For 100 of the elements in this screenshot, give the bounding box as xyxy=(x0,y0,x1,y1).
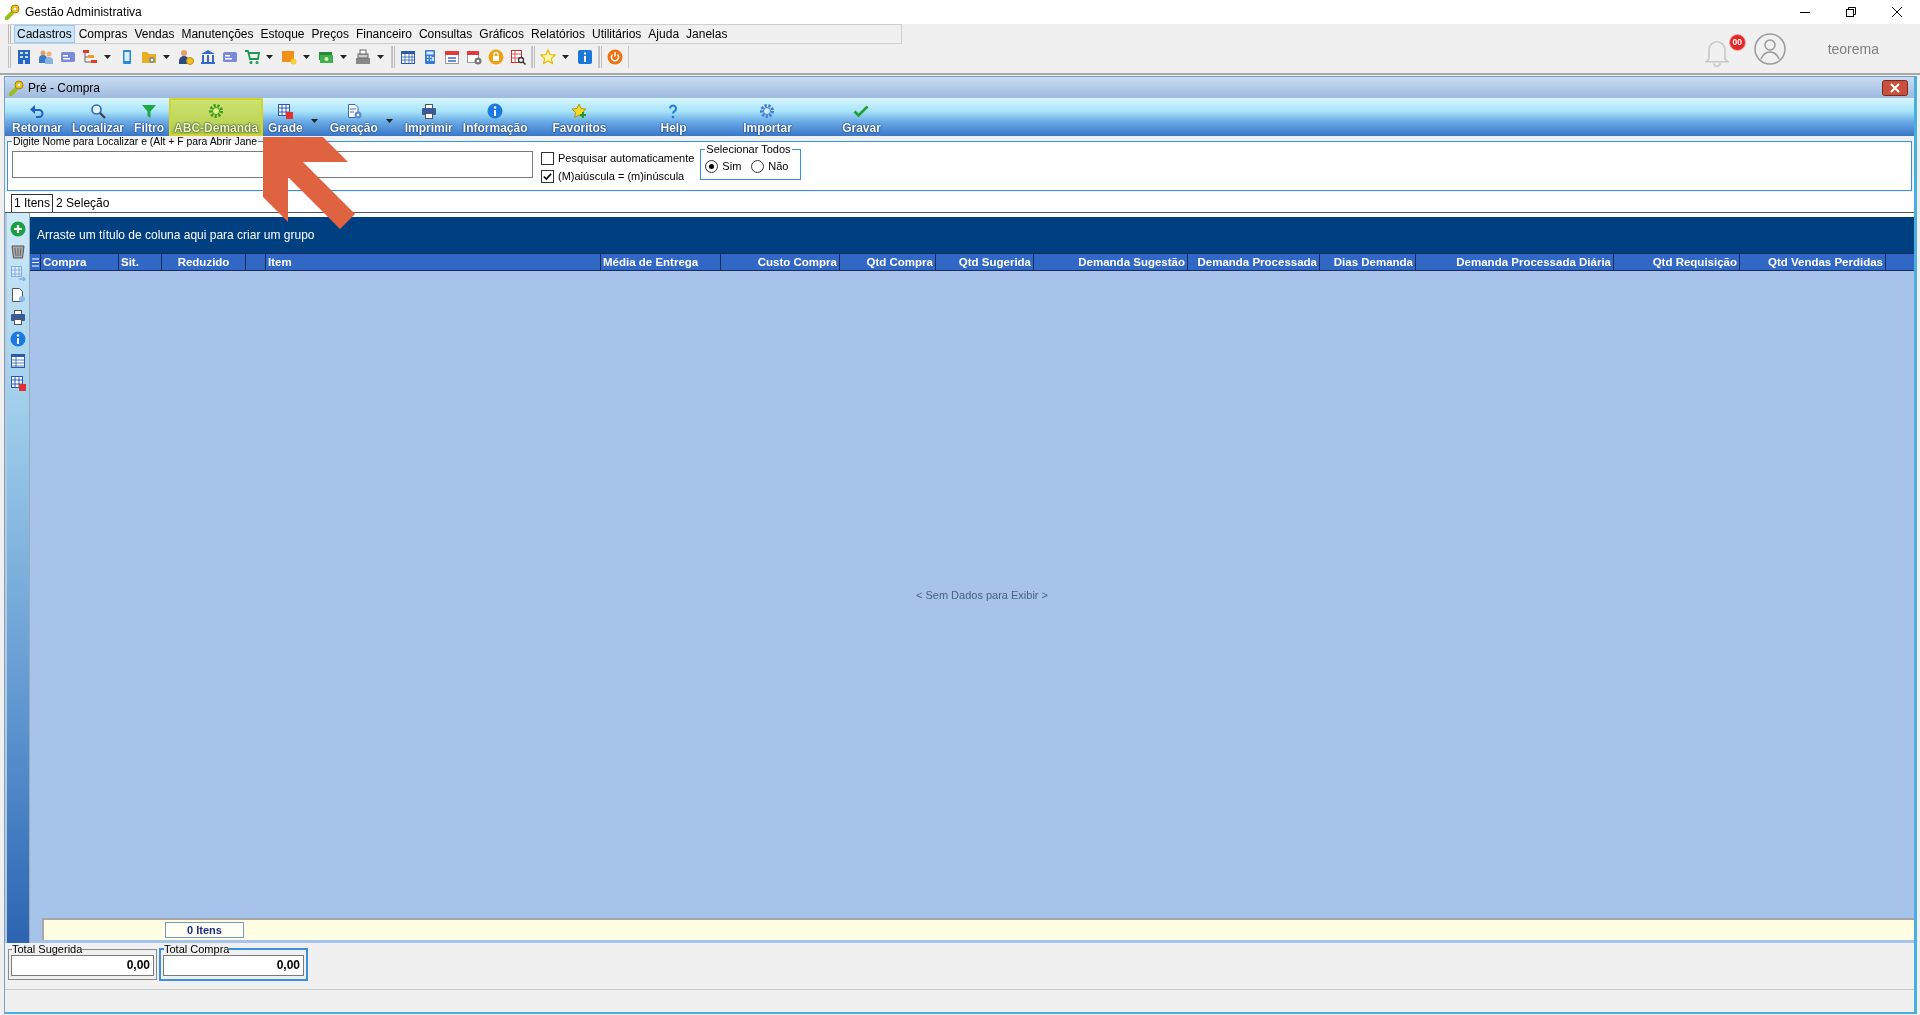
user-name: teorema xyxy=(1827,40,1879,57)
printer-icon[interactable] xyxy=(10,309,26,325)
menu-item[interactable]: Financeiro xyxy=(352,25,415,43)
radio-label[interactable]: Sim xyxy=(722,160,742,172)
radio-button[interactable] xyxy=(751,159,765,173)
toolbar-button[interactable]: Favoritos xyxy=(532,98,627,136)
table-icon[interactable] xyxy=(10,353,26,369)
cart-icon[interactable] xyxy=(244,49,260,65)
printer-icon xyxy=(420,103,437,119)
person-coin-icon[interactable] xyxy=(178,49,194,65)
key-icon xyxy=(4,4,20,20)
info-icon[interactable] xyxy=(577,49,593,65)
column-header[interactable]: Reduzido xyxy=(162,254,246,270)
checkbox[interactable] xyxy=(541,151,554,165)
card-icon[interactable] xyxy=(60,49,76,65)
folder-icon[interactable] xyxy=(141,49,157,65)
caret-icon[interactable] xyxy=(104,55,111,59)
menu-item[interactable]: Manutenções xyxy=(178,25,257,43)
total-field[interactable]: 0,00 xyxy=(11,955,154,976)
menu-item[interactable]: Preços xyxy=(308,25,352,43)
item-count: 0 Itens xyxy=(165,922,244,938)
toolbar-button[interactable]: Grade xyxy=(263,98,308,136)
toolbar-button[interactable]: Geração xyxy=(324,98,383,136)
people-icon[interactable] xyxy=(38,49,54,65)
toolbar-button[interactable]: Help xyxy=(626,98,721,136)
column-header[interactable]: Qtd Compra xyxy=(840,254,936,270)
hierarchy-icon[interactable] xyxy=(82,49,98,65)
close-icon[interactable] xyxy=(1892,7,1902,17)
calendar-grid-icon[interactable] xyxy=(400,49,416,65)
column-header[interactable]: Qtd Vendas Perdidas xyxy=(1740,254,1886,270)
menu-item[interactable]: Relatórios xyxy=(528,25,588,43)
star-plus-icon xyxy=(571,103,588,119)
caret-icon[interactable] xyxy=(340,55,347,59)
radio-button[interactable] xyxy=(705,159,719,173)
cash-register-icon[interactable] xyxy=(355,49,371,65)
undo-arrow-icon xyxy=(29,103,45,119)
column-header[interactable]: Item xyxy=(266,254,601,270)
caret-icon[interactable] xyxy=(266,55,273,59)
column-header[interactable]: Compra xyxy=(41,254,119,270)
funnel-icon xyxy=(141,103,158,119)
empty-message: < Sem Dados para Exibir > xyxy=(915,588,1049,601)
toolbar-button[interactable]: Imprimir xyxy=(399,98,458,136)
caret-icon[interactable] xyxy=(310,119,318,123)
checkbox-label[interactable]: Pesquisar automaticamente xyxy=(558,152,695,164)
add-icon[interactable] xyxy=(10,221,26,237)
caret-icon[interactable] xyxy=(163,55,170,59)
column-header[interactable]: Demanda Processada Diária xyxy=(1416,254,1614,270)
toolbar-button[interactable]: Gravar xyxy=(814,98,909,136)
grid-icon[interactable] xyxy=(10,375,26,391)
calendar-icon[interactable] xyxy=(444,49,460,65)
money-icon[interactable] xyxy=(318,49,334,65)
menu-item[interactable]: Cadastros xyxy=(14,25,75,43)
info-icon[interactable] xyxy=(10,331,26,347)
building-icon[interactable] xyxy=(16,49,32,65)
checkbox-label[interactable]: (M)aiúscula = (m)inúscula xyxy=(558,170,685,182)
caret-icon[interactable] xyxy=(377,55,384,59)
column-header[interactable]: Demanda Sugestão xyxy=(1034,254,1188,270)
total-field[interactable]: 0,00 xyxy=(163,955,304,976)
report-icon[interactable] xyxy=(510,49,526,65)
key-icon xyxy=(8,79,24,96)
caret-icon[interactable] xyxy=(562,55,569,59)
document-icon[interactable] xyxy=(10,287,26,303)
menu-item[interactable]: Consultas xyxy=(415,25,476,43)
column-header[interactable]: Dias Demanda xyxy=(1320,254,1416,270)
tab[interactable]: 1 Itens xyxy=(11,194,54,212)
calculator-icon[interactable] xyxy=(422,49,438,65)
checkbox[interactable] xyxy=(541,169,554,183)
list-icon[interactable] xyxy=(31,257,39,267)
column-header[interactable]: Média de Entrega xyxy=(601,254,721,270)
toolbar-button[interactable]: Informação xyxy=(457,98,533,136)
check-icon xyxy=(853,103,870,119)
toolbar-button[interactable]: Localizar xyxy=(67,98,130,136)
menu-item[interactable]: Utilitários xyxy=(589,25,645,43)
bank-icon[interactable] xyxy=(200,49,216,65)
search-label: Digite Nome para Localizar e (Alt + F para Abrir Jane xyxy=(12,136,258,147)
column-header[interactable]: Qtd Requisição xyxy=(1614,254,1740,270)
toolbar-button[interactable]: Filtro xyxy=(129,98,170,136)
column-header[interactable]: Sit. xyxy=(119,254,162,270)
menu-item[interactable]: Compras xyxy=(75,25,131,43)
power-icon[interactable] xyxy=(607,49,623,65)
menu-item[interactable]: Gráficos xyxy=(476,25,527,43)
menu-item[interactable]: Estoque xyxy=(257,25,308,43)
card-icon[interactable] xyxy=(222,49,238,65)
menu-item[interactable]: Vendas xyxy=(131,25,178,43)
menu-item[interactable]: Janelas xyxy=(683,25,731,43)
menu-item[interactable]: Ajuda xyxy=(645,25,683,43)
calendar-gear-icon[interactable] xyxy=(466,49,482,65)
caret-icon[interactable] xyxy=(303,55,310,59)
radio-label[interactable]: Não xyxy=(768,160,789,172)
trash-icon[interactable] xyxy=(10,243,26,259)
star-icon[interactable] xyxy=(540,49,556,65)
restore-icon[interactable] xyxy=(1846,7,1856,17)
column-header[interactable]: Qtd Sugerida xyxy=(936,254,1034,270)
caret-icon[interactable] xyxy=(385,119,393,123)
column-header[interactable]: Demanda Processada xyxy=(1188,254,1320,270)
toolbar-button[interactable]: Importar xyxy=(720,98,815,136)
toolbar-button[interactable]: Retornar xyxy=(7,98,67,136)
close-icon[interactable] xyxy=(1882,79,1908,96)
column-header[interactable]: Custo Compra xyxy=(721,254,840,270)
tab[interactable]: 2 Seleção xyxy=(53,194,113,212)
